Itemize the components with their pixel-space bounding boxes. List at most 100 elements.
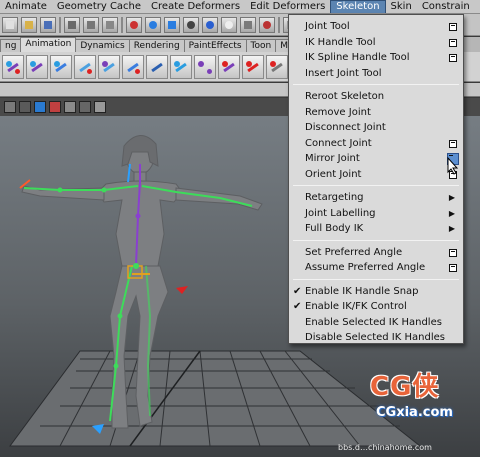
watermark-logo: CG侠 (370, 372, 440, 402)
menu-item-mirror-joint[interactable]: Mirror Joint (289, 151, 463, 167)
menu-divider (293, 278, 459, 280)
menu-item-set-preferred-angle[interactable]: Set Preferred Angle (289, 245, 463, 261)
lattice-shelf-icon[interactable] (122, 54, 144, 79)
menu-item-label: Mirror Joint (305, 153, 360, 164)
menubar-item-geometry-cache[interactable]: Geometry Cache (52, 0, 146, 13)
menu-item-label: Assume Preferred Angle (305, 262, 426, 273)
isolate-icon[interactable] (79, 101, 91, 113)
shelf-tab-rendering[interactable]: Rendering (128, 39, 185, 52)
submenu-arrow-icon: ▶ (448, 224, 455, 233)
new-scene-icon[interactable] (2, 16, 18, 33)
menu-item-assume-preferred-angle[interactable]: Assume Preferred Angle (289, 260, 463, 276)
menu-item-remove-joint[interactable]: Remove Joint (289, 105, 463, 121)
bind-skin-shelf-icon[interactable] (74, 54, 96, 79)
menu-item-label: Enable Selected IK Handles (305, 316, 442, 328)
menu-item-label: Enable IK/FK Control (305, 301, 407, 312)
option-box-icon[interactable] (449, 38, 457, 47)
option-box-icon[interactable] (449, 139, 457, 148)
menu-item-reroot-skeleton[interactable]: Reroot Skeleton (289, 89, 463, 105)
menubar-item-skeleton[interactable]: Skeleton (330, 0, 386, 13)
mask-icon[interactable] (164, 16, 180, 33)
menu-item-connect-joint[interactable]: Connect Joint (289, 136, 463, 152)
menu-item-disable-selected-ik-handles[interactable]: Disable Selected IK Handles (289, 330, 463, 346)
menu-item-retargeting[interactable]: Retargeting ▶ (289, 190, 463, 206)
menu-divider (293, 84, 459, 85)
ik-handle-shelf-icon[interactable] (26, 54, 48, 79)
mask-icon[interactable] (259, 16, 275, 33)
menu-item-joint-tool[interactable]: Joint Tool (289, 19, 463, 35)
checkmark-icon: ✔ (293, 301, 302, 312)
menu-item-full-body-ik[interactable]: Full Body IK ▶ (289, 221, 463, 237)
smooth-shade-icon[interactable] (34, 101, 46, 113)
cluster-shelf-icon[interactable] (98, 54, 120, 79)
ik-spline-shelf-icon[interactable] (50, 54, 72, 79)
menu-item-orient-joint[interactable]: Orient Joint (289, 167, 463, 183)
point-constraint-shelf-icon[interactable] (242, 54, 264, 79)
menubar-item-constrain[interactable]: Constrain (417, 0, 475, 13)
menu-item-label: IK Handle Tool (305, 36, 376, 48)
menubar-item-create-deformers[interactable]: Create Deformers (146, 0, 245, 13)
select-hierarchy-icon[interactable] (64, 16, 80, 33)
menu-item-disconnect-joint[interactable]: Disconnect Joint (289, 120, 463, 136)
select-object-icon[interactable] (83, 16, 99, 33)
joint-tool-shelf-icon[interactable] (2, 54, 24, 79)
skeleton-menu-dropdown: Joint Tool IK Handle Tool IK Spline Handle… (288, 14, 464, 344)
grid-toggle-icon[interactable] (94, 101, 106, 113)
menu-item-insert-joint-tool[interactable]: Insert Joint Tool (289, 66, 463, 82)
submenu-arrow-icon: ▶ (448, 193, 455, 202)
menu-item-label: Retargeting (305, 192, 364, 203)
menu-item-ik-handle-tool[interactable]: IK Handle Tool (289, 35, 463, 51)
menu-item-label: IK Spline Handle Tool (305, 52, 410, 63)
toolbar-divider (121, 16, 123, 33)
menu-item-label: Reroot Skeleton (305, 91, 385, 102)
watermark-site: CGxia.com (376, 405, 453, 420)
menu-item-label: Enable IK Handle Snap (305, 285, 419, 297)
menu-item-label: Set Preferred Angle (305, 246, 403, 258)
mask-icon[interactable] (145, 16, 161, 33)
mask-icon[interactable] (240, 16, 256, 33)
option-box-icon[interactable] (449, 264, 457, 272)
menu-item-joint-labelling[interactable]: Joint Labelling ▶ (289, 206, 463, 222)
mouse-cursor-icon (447, 157, 459, 175)
wire-shelf-icon[interactable] (170, 54, 192, 79)
shelf-tab-toon[interactable]: Toon (245, 39, 277, 52)
menu-item-label: Joint Labelling (305, 207, 376, 219)
menubar-item-skin[interactable]: Skin (386, 0, 417, 13)
shelf-tab-ng[interactable]: ng (0, 39, 22, 52)
textured-icon[interactable] (64, 101, 76, 113)
select-component-icon[interactable] (102, 16, 118, 33)
mask-icon[interactable] (202, 16, 218, 33)
option-box-icon[interactable] (449, 54, 457, 62)
mask-icon[interactable] (126, 16, 142, 33)
menu-item-enable-ik-handle-snap[interactable]: ✔ Enable IK Handle Snap (289, 284, 463, 300)
paint-weights-shelf-icon[interactable] (194, 54, 216, 79)
menu-item-ik-spline-handle-tool[interactable]: IK Spline Handle Tool (289, 50, 463, 66)
orient-constraint-shelf-icon[interactable] (266, 54, 288, 79)
menu-item-label: Disconnect Joint (305, 122, 386, 133)
camera-icon[interactable] (4, 101, 16, 113)
menubar-item-animate[interactable]: Animate (0, 0, 52, 13)
option-box-icon[interactable] (449, 23, 457, 31)
menu-item-label: Orient Joint (305, 168, 362, 180)
mask-icon[interactable] (183, 16, 199, 33)
menu-item-label: Disable Selected IK Handles (305, 332, 445, 343)
menubar-item-edit-deformers[interactable]: Edit Deformers (245, 0, 330, 13)
curve-shelf-icon[interactable] (146, 54, 168, 79)
menu-item-label: Joint Tool (305, 21, 350, 32)
shelf-tab-painteffects[interactable]: PaintEffects (183, 39, 247, 52)
lighting-icon[interactable] (49, 101, 61, 113)
shelf-tab-dynamics[interactable]: Dynamics (75, 39, 130, 52)
open-scene-icon[interactable] (21, 16, 37, 33)
shelf-tab-animation[interactable]: Animation (20, 37, 77, 52)
save-scene-icon[interactable] (40, 16, 56, 33)
checkmark-icon: ✔ (293, 285, 302, 297)
menubar-item-character[interactable]: Character (475, 0, 480, 13)
option-box-icon[interactable] (449, 248, 457, 257)
menu-item-label: Full Body IK (305, 223, 364, 234)
menu-item-enable-ik-fk-control[interactable]: ✔ Enable IK/FK Control (289, 299, 463, 315)
toolbar-divider (278, 16, 280, 33)
menu-item-enable-selected-ik-handles[interactable]: Enable Selected IK Handles (289, 315, 463, 331)
parent-constraint-shelf-icon[interactable] (218, 54, 240, 79)
wireframe-icon[interactable] (19, 101, 31, 113)
mask-icon[interactable] (221, 16, 237, 33)
